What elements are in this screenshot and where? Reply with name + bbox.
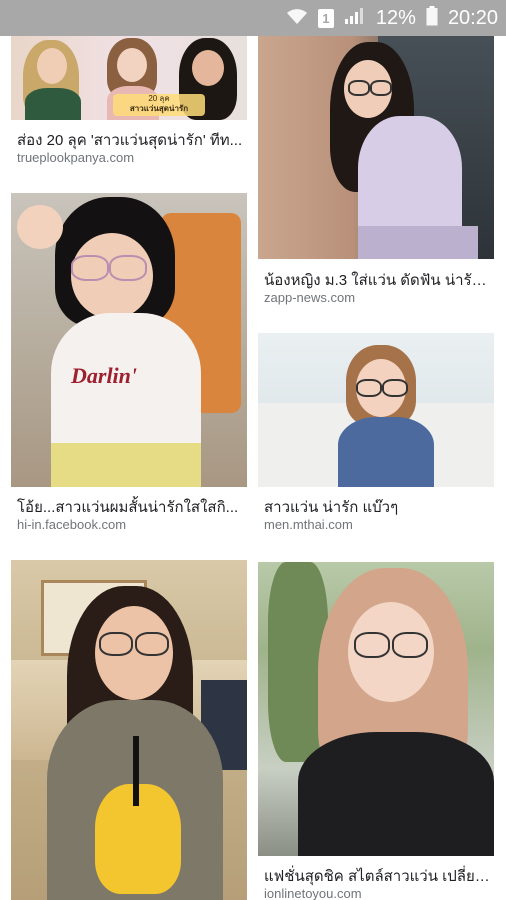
result-source[interactable]: zapp-news.com (264, 290, 355, 305)
image-result-card[interactable]: สาวแว่น น่ารัก แบ๊วๆ men.mthai.com (258, 333, 494, 541)
image-result-card[interactable]: Darlin' โอ้ย...สาวแว่นผมสั้นน่ารักใสใสกิ… (11, 193, 247, 541)
result-source[interactable]: ionlinetoyou.com (264, 886, 362, 900)
result-thumbnail[interactable] (258, 333, 494, 487)
result-thumbnail[interactable] (11, 560, 247, 900)
result-source[interactable]: hi-in.facebook.com (17, 517, 126, 532)
image-result-card[interactable]: น้องหญิง ม.3 ใส่แว่น ดัดฟัน น่ารัก... za… (258, 36, 494, 312)
result-caption[interactable]: สาวแว่น น่ารัก แบ๊วๆ (264, 495, 492, 519)
battery-percent: 12% (375, 6, 416, 29)
overlay-text: 20 ลุค (148, 94, 170, 103)
status-icons: 1 12% 20:20 (286, 0, 498, 36)
result-thumbnail[interactable] (258, 36, 494, 259)
wifi-icon (286, 7, 308, 30)
signal-icon (344, 7, 366, 30)
result-thumbnail[interactable]: 20 ลุค สาวแว่นสุดน่ารัก (11, 36, 247, 120)
result-caption[interactable]: โอ้ย...สาวแว่นผมสั้นน่ารักใสใสกิ... (17, 495, 245, 519)
sim-icon: 1 (317, 8, 334, 28)
clock: 20:20 (447, 6, 498, 29)
result-caption[interactable]: แฟชั่นสุดชิค สไตล์สาวแว่น เปลี่ยน... (264, 864, 492, 888)
result-caption[interactable]: ส่อง 20 ลุค 'สาวแว่นสุดน่ารัก' ทีท... (17, 128, 245, 152)
image-result-card[interactable]: แฟชั่นสุดชิค สไตล์สาวแว่น เปลี่ยน... ion… (258, 562, 494, 900)
result-source[interactable]: men.mthai.com (264, 517, 353, 532)
image-result-card[interactable]: 20 ลุค สาวแว่นสุดน่ารัก ส่อง 20 ลุค 'สาว… (11, 36, 247, 176)
result-source[interactable]: trueplookpanya.com (17, 150, 134, 165)
result-thumbnail[interactable] (258, 562, 494, 856)
overlay-text: สาวแว่นสุดน่ารัก (129, 104, 189, 113)
shirt-text: Darlin' (71, 363, 138, 388)
battery-icon (426, 5, 438, 31)
result-thumbnail[interactable]: Darlin' (11, 193, 247, 487)
result-caption[interactable]: น้องหญิง ม.3 ใส่แว่น ดัดฟัน น่ารัก... (264, 268, 492, 292)
status-bar: 1 12% 20:20 (0, 0, 506, 36)
image-result-card[interactable] (11, 560, 247, 900)
